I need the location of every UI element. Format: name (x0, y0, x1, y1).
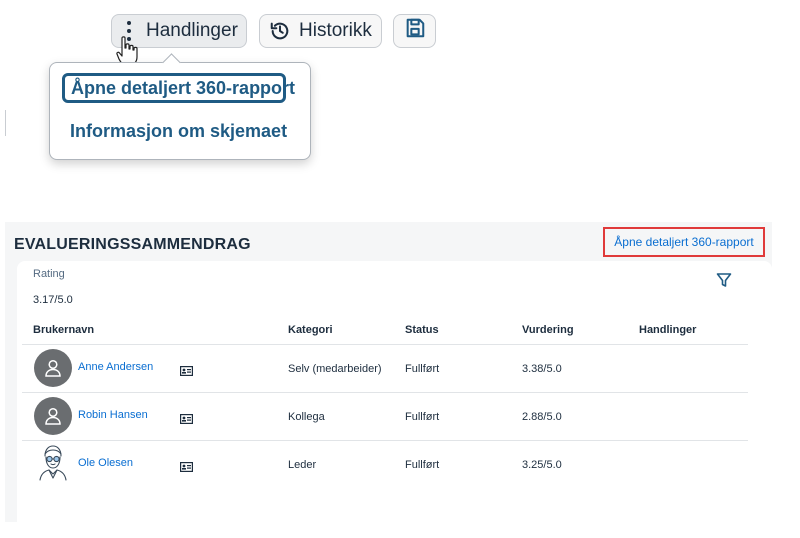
business-card-icon[interactable] (180, 411, 194, 429)
history-button[interactable]: Historikk (259, 14, 382, 48)
column-header-status: Status (405, 324, 439, 336)
avatar (34, 349, 72, 387)
user-name-link[interactable]: Robin Hansen (78, 409, 148, 421)
rating-value: 3.17/5.0 (33, 294, 73, 306)
history-button-label: Historikk (299, 20, 372, 41)
table-divider (22, 440, 748, 441)
table-divider (22, 344, 748, 345)
menu-item-form-info[interactable]: Informasjon om skjemaet (70, 121, 287, 142)
column-header-category: Kategori (288, 324, 333, 336)
save-icon (404, 17, 426, 45)
menu-item-open-360-report[interactable]: Åpne detaljert 360-rapport (62, 73, 295, 103)
avatar (36, 444, 70, 487)
avatar (34, 397, 72, 435)
user-name-link[interactable]: Anne Andersen (78, 361, 153, 373)
rating-label: Rating (33, 268, 65, 280)
rating-cell: 3.25/5.0 (522, 459, 562, 471)
table-divider (22, 392, 748, 393)
rating-cell: 2.88/5.0 (522, 411, 562, 423)
business-card-icon[interactable] (180, 459, 194, 477)
status-cell: Fullført (405, 411, 440, 423)
save-button[interactable] (393, 14, 436, 48)
open-360-report-link[interactable]: Åpne detaljert 360-rapport (603, 227, 765, 257)
actions-menu-popover: Åpne detaljert 360-rapport Informasjon o… (49, 62, 311, 160)
filter-icon[interactable] (716, 272, 732, 293)
column-header-username: Brukernavn (33, 324, 95, 336)
section-title: EVALUERINGSSAMMENDRAG (14, 236, 251, 253)
column-header-actions: Handlinger (639, 324, 697, 336)
status-cell: Fullført (405, 363, 440, 375)
divider (5, 110, 6, 136)
actions-button-label: Handlinger (146, 20, 238, 41)
category-cell: Selv (medarbeider) (288, 363, 382, 375)
history-icon (269, 20, 291, 42)
category-cell: Leder (288, 459, 317, 471)
user-name-link[interactable]: Ole Olesen (78, 457, 133, 469)
column-header-rating: Vurdering (522, 324, 574, 336)
category-cell: Kollega (288, 411, 325, 423)
rating-cell: 3.38/5.0 (522, 363, 562, 375)
business-card-icon[interactable] (180, 363, 194, 381)
status-cell: Fullført (405, 459, 440, 471)
